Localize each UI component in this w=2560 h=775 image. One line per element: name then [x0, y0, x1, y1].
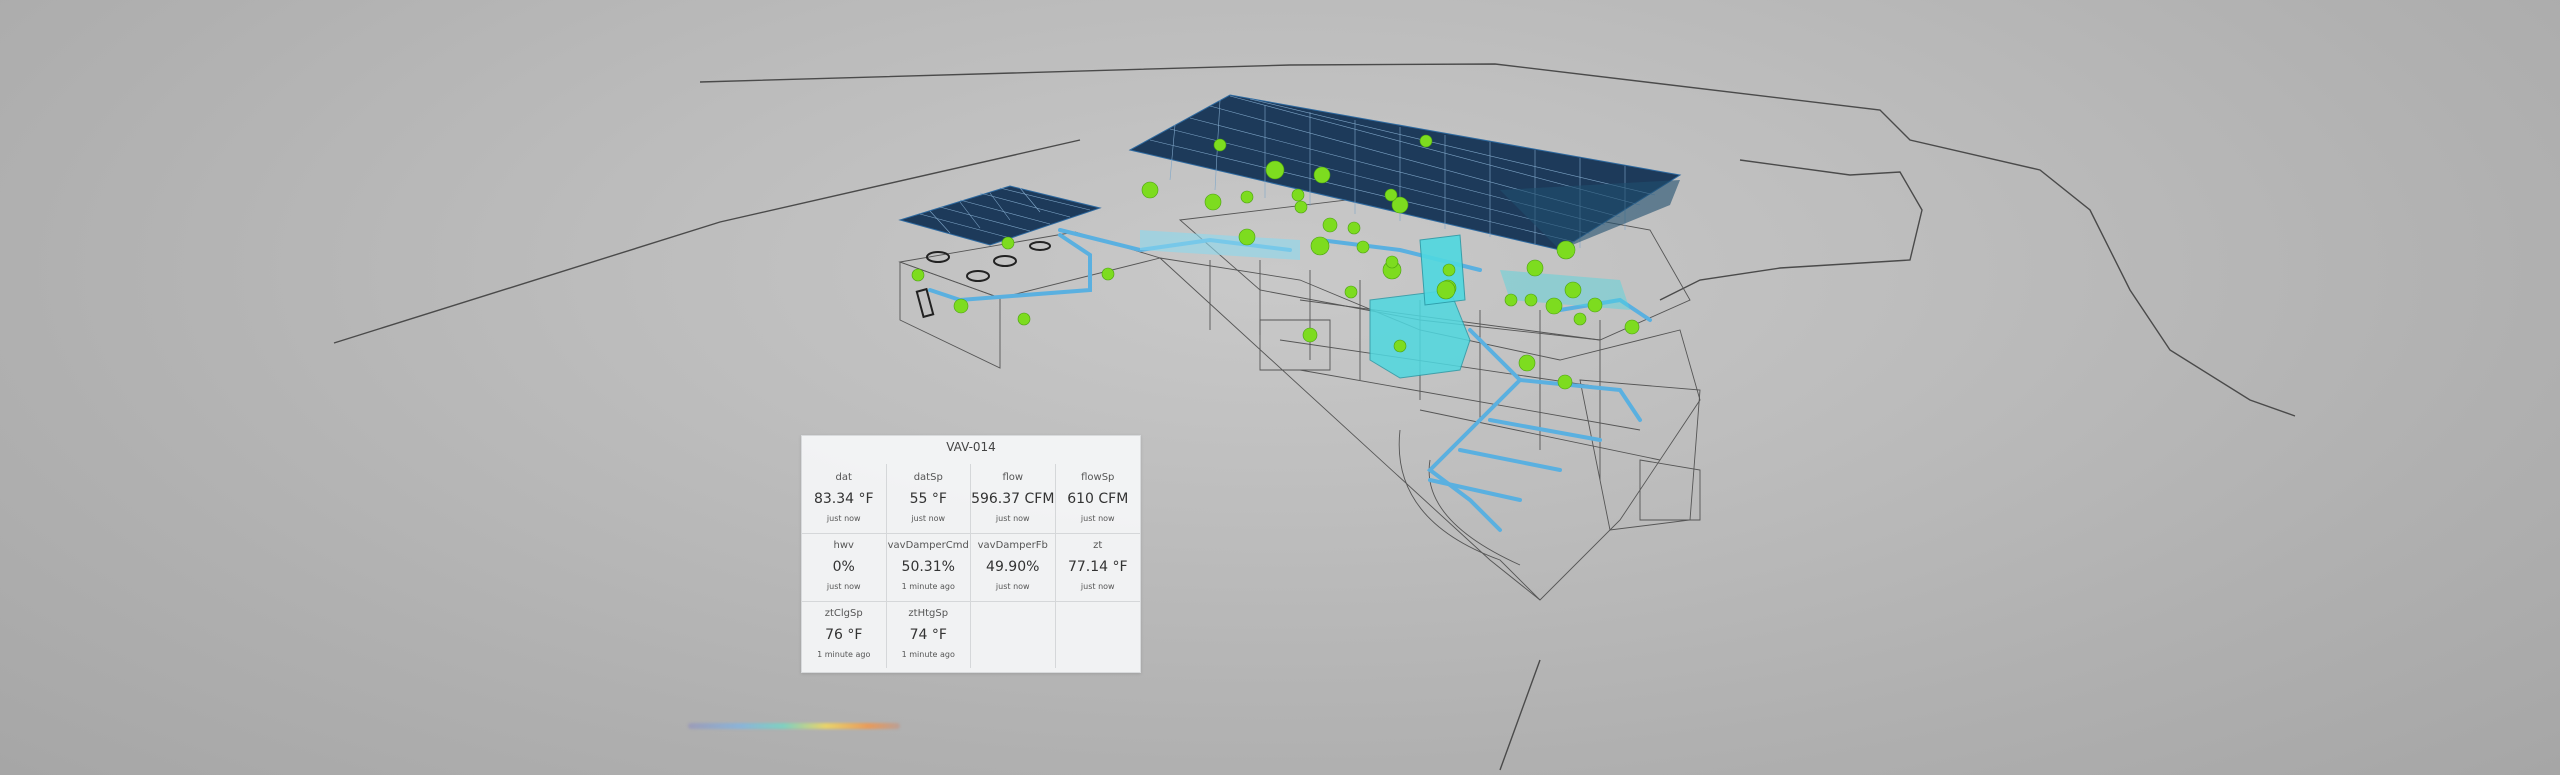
sensor-marker[interactable] — [1291, 188, 1305, 202]
point-cell-vavDamperCmd: vavDamperCmd 50.31% 1 minute ago — [887, 532, 971, 600]
sensor-marker[interactable] — [1624, 319, 1640, 335]
sensor-marker[interactable] — [1344, 285, 1358, 299]
sensor-marker[interactable] — [1442, 263, 1456, 277]
point-value: 77.14 °F — [1067, 559, 1128, 575]
point-value: 49.90% — [986, 559, 1040, 575]
point-time: 1 minute ago — [901, 650, 955, 659]
point-time: just now — [911, 514, 946, 523]
sensor-marker[interactable] — [1265, 160, 1285, 180]
point-cell-ztHtgSp: ztHtgSp 74 °F 1 minute ago — [887, 600, 971, 668]
point-name: ztHtgSp — [908, 608, 949, 619]
sensor-marker[interactable] — [1017, 312, 1031, 326]
dark-fixtures — [915, 241, 1051, 319]
empty-cell — [1056, 600, 1141, 668]
sensor-marker[interactable] — [1322, 217, 1338, 233]
sensor-marker[interactable] — [1564, 281, 1582, 299]
point-time: just now — [826, 514, 861, 523]
point-time: 1 minute ago — [817, 650, 871, 659]
point-time: just now — [1080, 514, 1115, 523]
point-cell-ztClgSp: ztClgSp 76 °F 1 minute ago — [802, 600, 887, 668]
point-value: 50.31% — [901, 559, 955, 575]
point-name: flow — [1002, 472, 1024, 483]
solar-panels-left — [898, 185, 1102, 246]
point-cell-zt: zt 77.14 °F just now — [1056, 532, 1141, 600]
sensor-marker[interactable] — [1302, 327, 1318, 343]
point-value: 83.34 °F — [813, 491, 874, 507]
point-value: 55 °F — [909, 491, 947, 507]
point-time: just now — [826, 582, 861, 591]
card-title: VAV-014 — [946, 440, 996, 454]
building-model[interactable] — [0, 0, 2560, 775]
point-cell-hwv: hwv 0% just now — [802, 532, 887, 600]
point-value: 76 °F — [825, 627, 863, 643]
3d-model-viewport[interactable]: VAV-014 dat 83.34 °F just now datSp 55 °F jus… — [0, 0, 2560, 775]
sensor-marker[interactable] — [1419, 134, 1433, 148]
sensor-marker[interactable] — [1141, 181, 1159, 199]
sensor-marker[interactable] — [1101, 267, 1115, 281]
sensor-marker[interactable] — [1526, 259, 1544, 277]
point-name: datSp — [913, 472, 943, 483]
point-cell-datSp: datSp 55 °F just now — [887, 464, 971, 532]
point-time: 1 minute ago — [901, 582, 955, 591]
point-name: hwv — [833, 540, 854, 551]
point-time: just now — [1080, 582, 1115, 591]
point-grid: dat 83.34 °F just now datSp 55 °F just now flo… — [802, 464, 1140, 668]
point-cell-dat: dat 83.34 °F just now — [802, 464, 887, 532]
point-value: 0% — [832, 559, 855, 575]
point-cell-flowSp: flowSp 610 CFM just now — [1056, 464, 1141, 532]
sensor-marker[interactable] — [953, 298, 969, 314]
point-value: 596.37 CFM — [971, 491, 1055, 507]
sensor-marker[interactable] — [911, 268, 925, 282]
sensor-marker[interactable] — [1518, 354, 1536, 372]
sensor-marker[interactable] — [1294, 200, 1308, 214]
sensor-marker[interactable] — [1240, 190, 1254, 204]
sensor-marker[interactable] — [1587, 297, 1603, 313]
sensor-marker[interactable] — [1556, 240, 1576, 260]
point-cell-vavDamperFb: vavDamperFb 49.90% just now — [971, 532, 1056, 600]
sensor-marker[interactable] — [1524, 293, 1538, 307]
sensor-marker[interactable] — [1347, 221, 1361, 235]
empty-cell — [971, 600, 1056, 668]
point-name: dat — [835, 472, 852, 483]
sensor-marker[interactable] — [1384, 188, 1398, 202]
sensor-marker[interactable] — [1557, 374, 1573, 390]
point-name: vavDamperFb — [977, 540, 1048, 551]
solar-panels-main — [1128, 94, 1682, 251]
sensor-marker[interactable] — [1204, 193, 1222, 211]
point-value: 74 °F — [909, 627, 947, 643]
sensor-marker[interactable] — [1238, 228, 1256, 246]
sensor-marker[interactable] — [1213, 138, 1227, 152]
sensor-marker[interactable] — [1573, 312, 1587, 326]
point-name: zt — [1093, 540, 1103, 551]
sensor-marker[interactable] — [1504, 293, 1518, 307]
point-cell-flow: flow 596.37 CFM just now — [971, 464, 1056, 532]
sensor-marker[interactable] — [1313, 166, 1331, 184]
sensor-marker[interactable] — [1001, 236, 1015, 250]
sensor-marker[interactable] — [1545, 297, 1563, 315]
color-scale-bar — [688, 723, 900, 729]
point-name: flowSp — [1081, 472, 1115, 483]
point-name: ztClgSp — [824, 608, 863, 619]
vav-info-card[interactable]: VAV-014 dat 83.34 °F just now datSp 55 °F jus… — [801, 435, 1141, 673]
sensor-marker[interactable] — [1385, 255, 1399, 269]
point-time: just now — [995, 514, 1030, 523]
sensor-marker[interactable] — [1310, 236, 1330, 256]
sensor-marker[interactable] — [1393, 339, 1407, 353]
point-time: just now — [995, 582, 1030, 591]
sensor-marker[interactable] — [1356, 240, 1370, 254]
sensor-marker[interactable] — [1436, 280, 1456, 300]
point-value: 610 CFM — [1067, 491, 1129, 507]
point-name: vavDamperCmd — [887, 540, 969, 551]
